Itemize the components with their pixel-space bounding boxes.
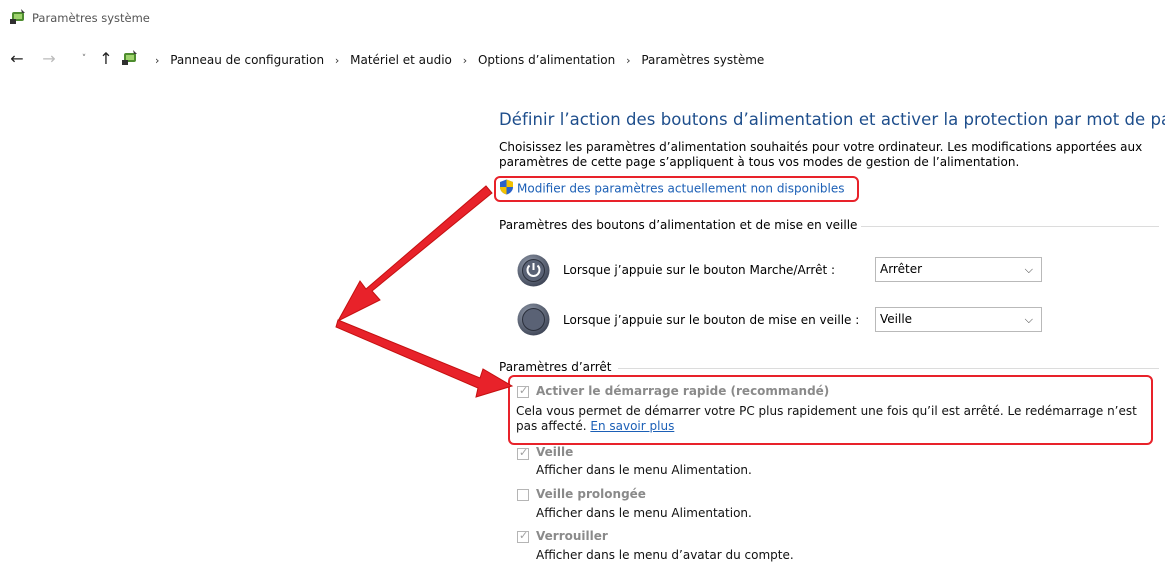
arrow-icon xyxy=(335,319,514,398)
arrow-icon xyxy=(336,185,493,323)
annotation-arrows xyxy=(335,185,514,398)
